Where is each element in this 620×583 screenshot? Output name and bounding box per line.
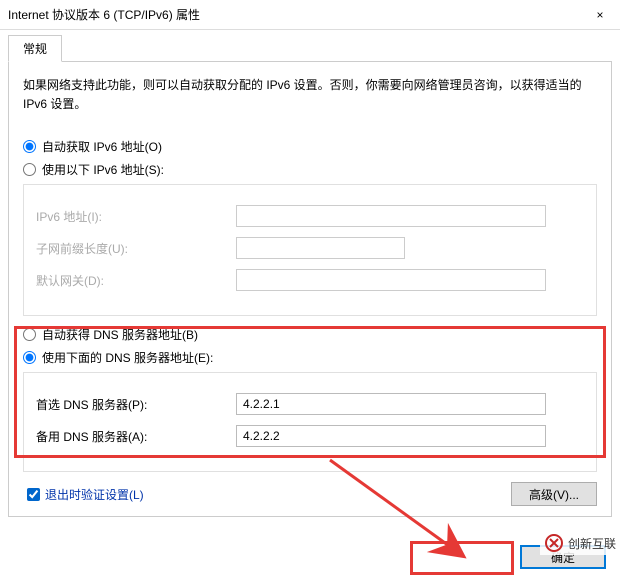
advanced-button[interactable]: 高级(V)... xyxy=(511,482,597,506)
watermark-logo-icon xyxy=(544,533,564,553)
ip-manual-row[interactable]: 使用以下 IPv6 地址(S): xyxy=(23,161,597,178)
watermark: 创新互联 xyxy=(540,531,620,555)
ip-prefix-field: 子网前缀长度(U): xyxy=(36,237,584,259)
dns-alternate-input[interactable] xyxy=(236,425,546,447)
ip-manual-label: 使用以下 IPv6 地址(S): xyxy=(42,161,164,178)
description-text: 如果网络支持此功能，则可以自动获取分配的 IPv6 设置。否则，你需要向网络管理… xyxy=(23,76,597,114)
watermark-text: 创新互联 xyxy=(568,535,616,552)
dns-alternate-field: 备用 DNS 服务器(A): xyxy=(36,425,584,447)
dns-manual-label: 使用下面的 DNS 服务器地址(E): xyxy=(42,349,213,366)
ip-auto-label: 自动获取 IPv6 地址(O) xyxy=(42,138,162,155)
ip-gateway-input xyxy=(236,269,546,291)
exit-validate-row[interactable]: 退出时验证设置(L) xyxy=(23,485,144,504)
tab-general[interactable]: 常规 xyxy=(8,35,62,62)
dns-fields-group: 首选 DNS 服务器(P): 备用 DNS 服务器(A): xyxy=(23,372,597,472)
ip-auto-row[interactable]: 自动获取 IPv6 地址(O) xyxy=(23,138,597,155)
window-title: Internet 协议版本 6 (TCP/IPv6) 属性 xyxy=(8,6,580,23)
ip-fields-group: IPv6 地址(I): 子网前缀长度(U): 默认网关(D): xyxy=(23,184,597,316)
ip-prefix-input xyxy=(236,237,405,259)
ip-auto-radio[interactable] xyxy=(23,140,36,153)
dns-preferred-input[interactable] xyxy=(236,393,546,415)
close-icon: × xyxy=(596,8,603,22)
ip-gateway-field: 默认网关(D): xyxy=(36,269,584,291)
dns-auto-label: 自动获得 DNS 服务器地址(B) xyxy=(42,326,198,343)
ip-manual-radio[interactable] xyxy=(23,163,36,176)
ip-address-input xyxy=(236,205,546,227)
dialog-content: 常规 如果网络支持此功能，则可以自动获取分配的 IPv6 设置。否则，你需要向网… xyxy=(0,34,620,517)
tab-strip: 常规 xyxy=(8,34,612,61)
close-button[interactable]: × xyxy=(580,0,620,30)
dns-auto-row[interactable]: 自动获得 DNS 服务器地址(B) xyxy=(23,326,597,343)
dns-manual-row[interactable]: 使用下面的 DNS 服务器地址(E): xyxy=(23,349,597,366)
dns-preferred-field: 首选 DNS 服务器(P): xyxy=(36,393,584,415)
annotation-highlight-ok xyxy=(410,541,514,575)
dns-auto-radio[interactable] xyxy=(23,328,36,341)
ip-gateway-label: 默认网关(D): xyxy=(36,272,236,289)
exit-validate-label: 退出时验证设置(L) xyxy=(45,486,144,503)
ip-address-label: IPv6 地址(I): xyxy=(36,208,236,225)
dns-manual-radio[interactable] xyxy=(23,351,36,364)
titlebar: Internet 协议版本 6 (TCP/IPv6) 属性 × xyxy=(0,0,620,30)
ip-address-field: IPv6 地址(I): xyxy=(36,205,584,227)
bottom-row: 退出时验证设置(L) 高级(V)... xyxy=(23,482,597,506)
tab-body: 如果网络支持此功能，则可以自动获取分配的 IPv6 设置。否则，你需要向网络管理… xyxy=(8,61,612,517)
exit-validate-checkbox[interactable] xyxy=(27,488,40,501)
dns-alternate-label: 备用 DNS 服务器(A): xyxy=(36,428,236,445)
dns-preferred-label: 首选 DNS 服务器(P): xyxy=(36,396,236,413)
ip-prefix-label: 子网前缀长度(U): xyxy=(36,240,236,257)
